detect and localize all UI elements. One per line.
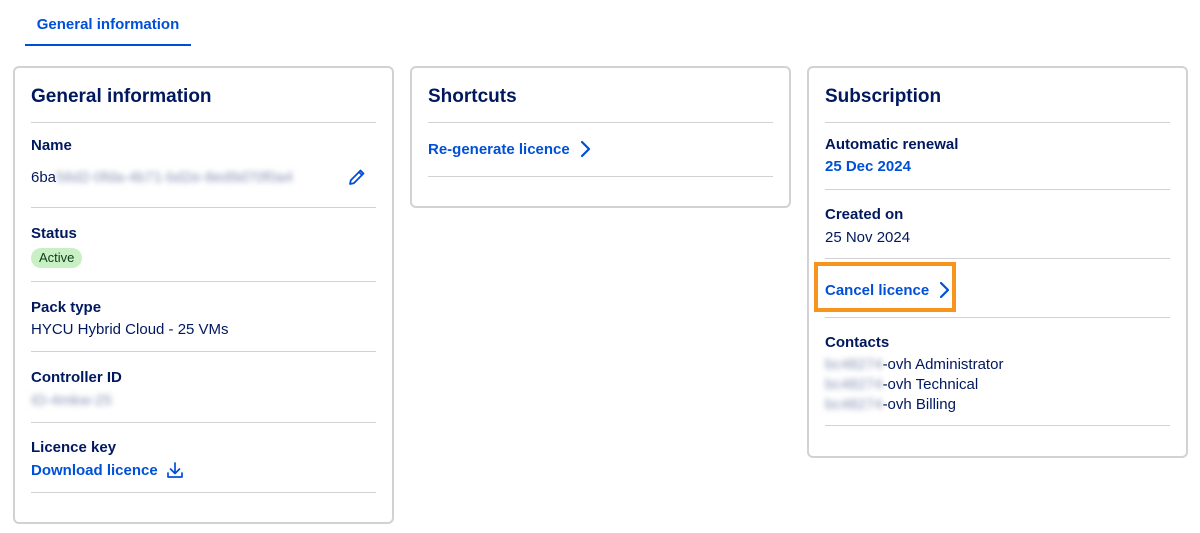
regenerate-licence-link[interactable]: Re-generate licence xyxy=(428,139,592,159)
pack-type-value: HYCU Hybrid Cloud - 25 VMs xyxy=(31,321,229,338)
divider xyxy=(31,351,376,352)
contact-role: -ovh Billing xyxy=(882,396,956,413)
divider xyxy=(825,317,1170,318)
divider xyxy=(428,176,773,177)
name-label: Name xyxy=(31,137,72,154)
contacts-label: Contacts xyxy=(825,334,890,351)
regenerate-licence-label: Re-generate licence xyxy=(428,140,570,158)
automatic-renewal-label: Automatic renewal xyxy=(825,136,959,153)
tab-bar: General information xyxy=(0,0,1200,48)
contact-role: -ovh Technical xyxy=(882,376,979,393)
divider xyxy=(31,207,376,208)
download-licence-link[interactable]: Download licence xyxy=(31,461,184,479)
status-label: Status xyxy=(31,225,77,242)
divider xyxy=(825,425,1170,426)
cancel-licence-highlight xyxy=(814,262,956,312)
chevron-right-icon xyxy=(580,140,590,158)
divider xyxy=(31,422,376,423)
pack-type-label: Pack type xyxy=(31,299,102,316)
contact-redacted: bc48274 xyxy=(825,396,883,413)
status-badge: Active xyxy=(31,248,83,268)
divider xyxy=(31,281,376,282)
tab-general-information[interactable]: General information xyxy=(25,0,191,46)
card-title: Subscription xyxy=(825,86,942,107)
contact-technical: bc48274-ovh Technical xyxy=(825,376,978,393)
divider xyxy=(825,258,1170,259)
divider xyxy=(428,122,773,123)
general-information-card: General information Name 6ba56d2-0fda-4b… xyxy=(13,66,394,524)
divider xyxy=(31,122,376,123)
controller-id-value: ID-4mkw-25 xyxy=(31,392,112,409)
card-title: General information xyxy=(31,86,212,107)
edit-name-button[interactable] xyxy=(346,166,368,188)
automatic-renewal-value: 25 Dec 2024 xyxy=(825,158,911,175)
created-on-label: Created on xyxy=(825,206,904,223)
divider xyxy=(825,122,1170,123)
contact-administrator: bc48274-ovh Administrator xyxy=(825,356,1003,373)
download-licence-label: Download licence xyxy=(31,461,158,479)
licence-key-label: Licence key xyxy=(31,439,117,456)
shortcuts-card: Shortcuts Re-generate licence xyxy=(410,66,791,208)
controller-id-redacted: ID-4mkw-25 xyxy=(31,392,112,409)
contact-redacted: bc48274 xyxy=(825,356,883,373)
card-title: Shortcuts xyxy=(428,86,517,107)
divider xyxy=(825,189,1170,190)
divider xyxy=(31,492,376,493)
contact-redacted: bc48274 xyxy=(825,376,883,393)
pencil-icon xyxy=(349,169,365,185)
name-value: 6ba56d2-0fda-4b71-bd2e-8ed9d70f0a4 xyxy=(31,169,293,186)
controller-id-label: Controller ID xyxy=(31,369,122,386)
contact-role: -ovh Administrator xyxy=(882,356,1004,373)
contact-billing: bc48274-ovh Billing xyxy=(825,396,956,413)
created-on-value: 25 Nov 2024 xyxy=(825,229,911,246)
download-icon xyxy=(166,462,183,478)
name-value-visible: 6ba xyxy=(31,169,57,186)
name-value-redacted: 56d2-0fda-4b71-bd2e-8ed9d70f0a4 xyxy=(56,169,293,186)
